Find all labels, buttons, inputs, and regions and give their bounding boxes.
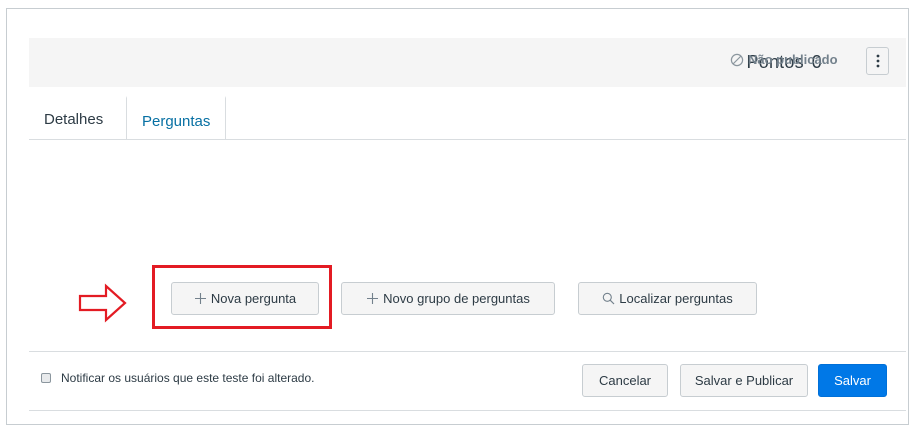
find-questions-button[interactable]: Localizar perguntas	[578, 282, 757, 315]
unpublished-status: Não publicado	[730, 52, 838, 67]
options-menu-button[interactable]	[866, 47, 889, 75]
tab-bar: Detalhes Perguntas	[29, 96, 906, 141]
not-published-icon	[730, 53, 744, 66]
tab-details[interactable]: Detalhes	[29, 96, 118, 140]
notify-users-label: Notificar os usuários que este teste foi…	[61, 371, 315, 385]
new-question-group-button[interactable]: Novo grupo de perguntas	[341, 282, 555, 315]
tab-questions-label: Perguntas	[142, 113, 211, 130]
tab-details-label: Detalhes	[44, 111, 104, 128]
search-icon	[602, 292, 615, 305]
new-question-button[interactable]: Nova pergunta	[171, 282, 319, 315]
save-label: Salvar	[834, 373, 871, 388]
pointer-arrow-icon	[78, 283, 127, 323]
save-and-publish-button[interactable]: Salvar e Publicar	[680, 364, 808, 397]
tab-divider	[29, 139, 906, 140]
kebab-vertical-icon	[876, 54, 879, 68]
new-question-label: Nova pergunta	[210, 291, 297, 306]
notify-users-checkbox[interactable]	[41, 373, 51, 383]
tab-questions[interactable]: Perguntas	[126, 96, 227, 141]
save-button[interactable]: Salvar	[818, 364, 887, 397]
footer-divider-top	[29, 351, 906, 352]
find-questions-label: Localizar perguntas	[619, 291, 733, 306]
unpublished-label: Não publicado	[748, 52, 838, 67]
new-question-group-label: Novo grupo de perguntas	[383, 291, 530, 306]
footer-divider-bottom	[29, 410, 906, 411]
save-and-publish-label: Salvar e Publicar	[694, 373, 794, 388]
cancel-button[interactable]: Cancelar	[582, 364, 668, 397]
cancel-label: Cancelar	[598, 373, 652, 388]
plus-icon	[366, 292, 379, 305]
notify-users-option[interactable]: Notificar os usuários que este teste foi…	[41, 371, 314, 385]
plus-icon	[194, 292, 207, 305]
